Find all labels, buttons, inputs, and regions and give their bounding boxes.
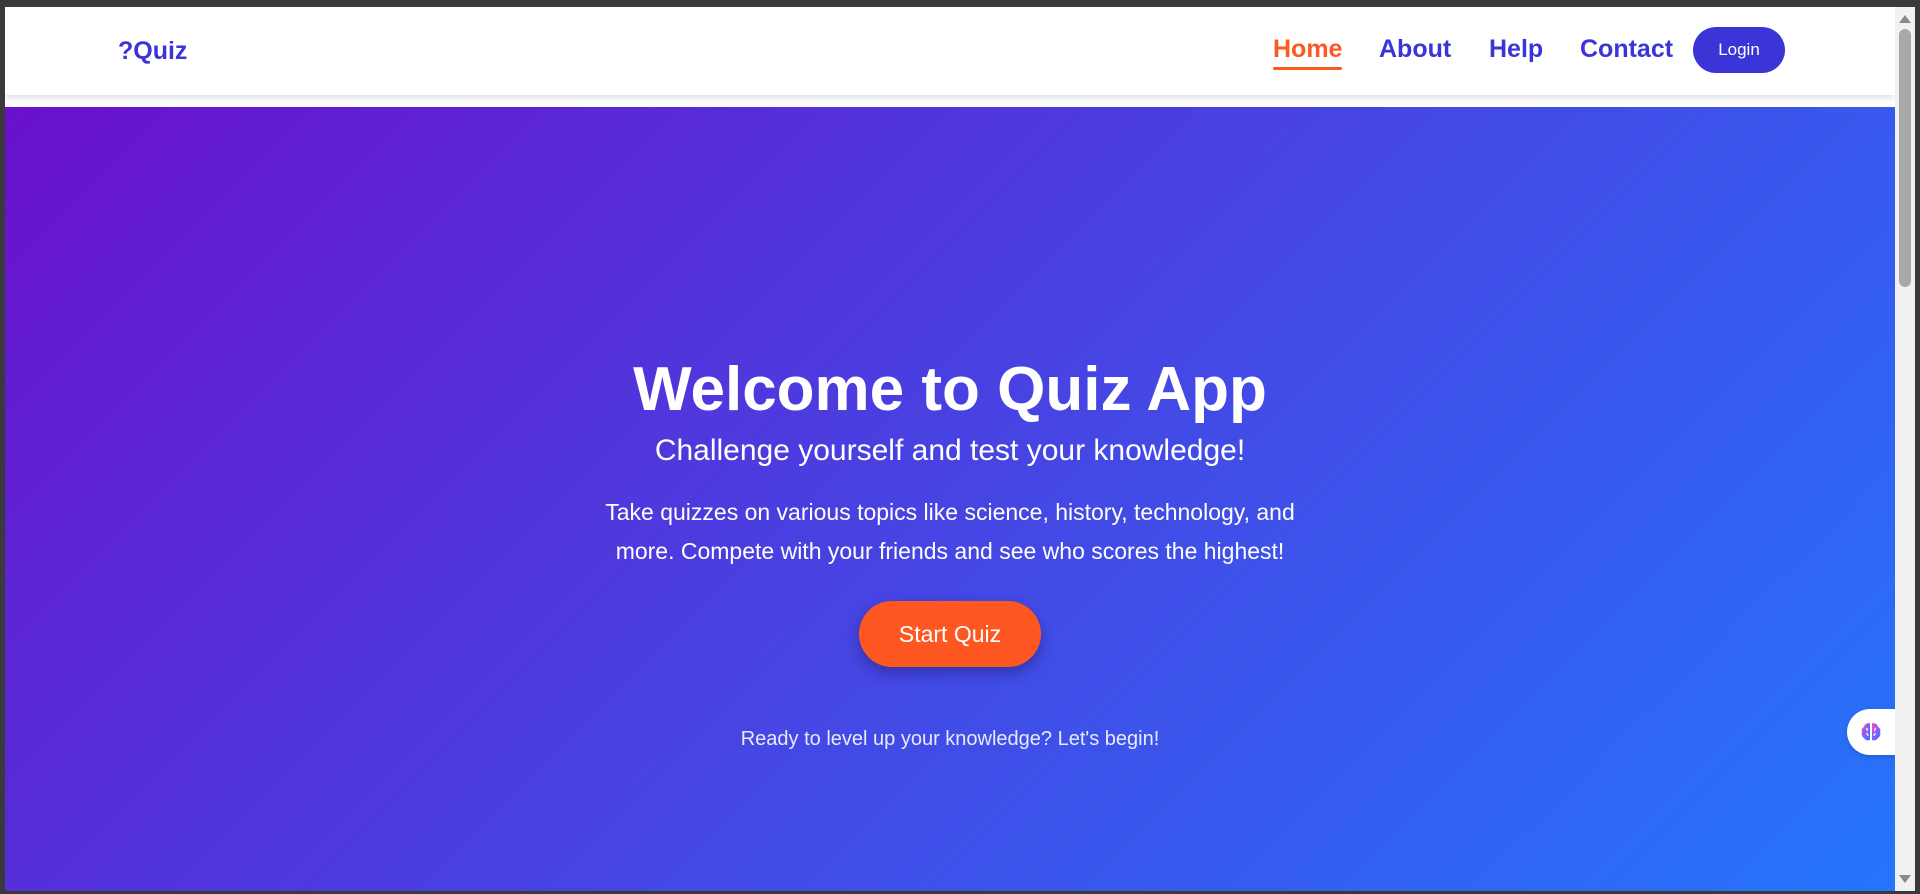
assistant-widget[interactable] bbox=[1847, 709, 1895, 755]
hero-description: Take quizzes on various topics like scie… bbox=[605, 499, 1295, 564]
vertical-scrollbar[interactable] bbox=[1895, 7, 1915, 891]
scroll-thumb[interactable] bbox=[1899, 29, 1911, 287]
nav-link-help[interactable]: Help bbox=[1489, 35, 1543, 64]
brain-icon bbox=[1861, 723, 1881, 741]
hero-subtitle: Challenge yourself and test your knowled… bbox=[654, 434, 1246, 467]
hero-title: Welcome to Quiz App bbox=[633, 355, 1267, 424]
start-quiz-button[interactable]: Start Quiz bbox=[859, 601, 1041, 667]
nav-link-contact[interactable]: Contact bbox=[1580, 35, 1673, 64]
scroll-down-arrow-icon[interactable] bbox=[1899, 875, 1911, 883]
hero-section: Welcome to Quiz App Challenge yourself a… bbox=[5, 107, 1895, 891]
scroll-up-arrow-icon[interactable] bbox=[1899, 15, 1911, 23]
app-logo[interactable]: ?Quiz bbox=[118, 37, 187, 66]
login-button[interactable]: Login bbox=[1693, 27, 1785, 73]
navbar: ?Quiz Home About Help Contact Login bbox=[5, 7, 1895, 95]
hero-footer-text: Ready to level up your knowledge? Let's … bbox=[740, 728, 1160, 750]
nav-link-home[interactable]: Home bbox=[1273, 35, 1343, 70]
nav-link-about[interactable]: About bbox=[1379, 35, 1451, 64]
browser-viewport: ?Quiz Home About Help Contact Login Welc… bbox=[5, 7, 1895, 891]
